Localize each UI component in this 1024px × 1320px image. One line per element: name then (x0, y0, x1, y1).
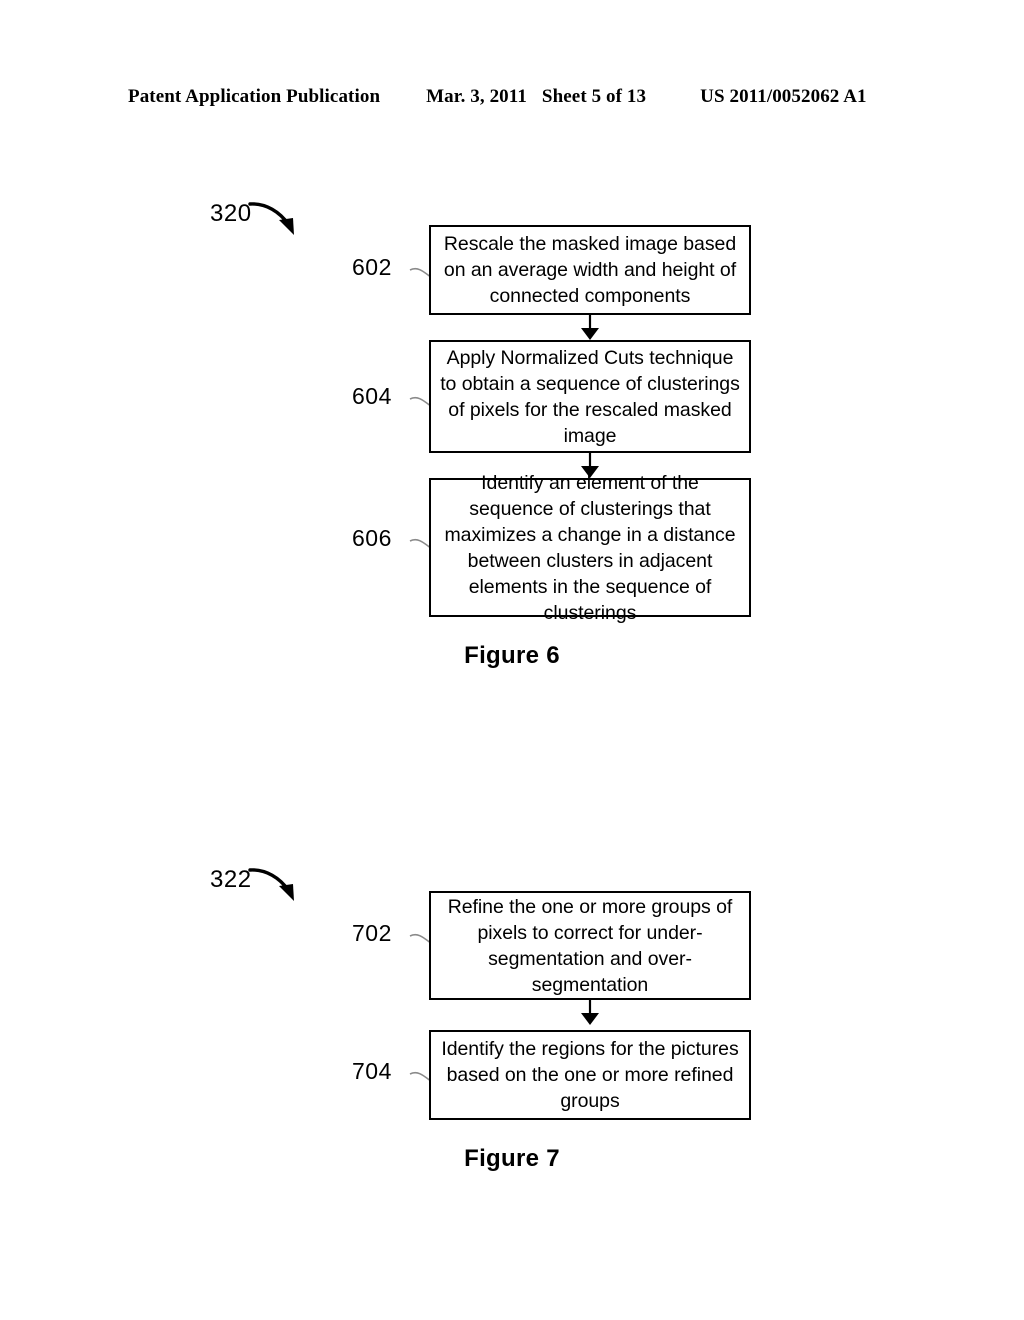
flow-step-604-label: Apply Normalized Cuts technique to obtai… (440, 346, 740, 447)
flow-tag-arrow-icon (248, 868, 294, 901)
connector-arrow-602-604-icon (581, 313, 599, 340)
flow-step-704: Identify the regions for the pictures ba… (429, 1030, 751, 1120)
flow-tag-arrow-icon (248, 202, 294, 235)
figure-6-caption: Figure 6 (464, 642, 560, 669)
reference-numeral-606-text: 606 (352, 525, 392, 551)
reference-numeral-702: 702 (352, 920, 463, 951)
flow-step-702-label: Refine the one or more groups of pixels … (447, 895, 733, 996)
flow-step-604: Apply Normalized Cuts technique to obtai… (429, 340, 751, 453)
header-publication-title: Patent Application Publication (128, 86, 381, 107)
connector-arrow-702-704-icon (581, 998, 599, 1025)
reference-numeral-604: 604 (352, 383, 463, 414)
reference-numeral-602: 602 (352, 254, 463, 285)
flow-step-606: Identify an element of the sequence of c… (429, 472, 751, 624)
reference-numeral-604-text: 604 (352, 383, 392, 409)
reference-numeral-602-text: 602 (352, 254, 392, 280)
flow-step-602: Rescale the masked image based on an ave… (429, 225, 751, 315)
header-date: Mar. 3, 2011 (426, 86, 527, 107)
page-header: Patent Application Publication Mar. 3, 2… (128, 86, 896, 108)
flow-step-702: Refine the one or more groups of pixels … (429, 891, 751, 1000)
reference-numeral-606: 606 (352, 525, 463, 556)
header-sheet-number: Sheet 5 of 13 (541, 86, 647, 107)
flow-step-602-label: Rescale the masked image based on an ave… (443, 233, 737, 307)
flow-step-704-label: Identify the regions for the pictures ba… (441, 1038, 739, 1112)
reference-numeral-702-text: 702 (352, 920, 392, 946)
flow-step-606-label: Identify an element of the sequence of c… (444, 471, 736, 624)
reference-numeral-704: 704 (352, 1058, 463, 1089)
reference-numeral-704-text: 704 (352, 1058, 392, 1084)
header-document-number: US 2011/0052062 A1 (700, 86, 867, 107)
figure-7-caption: Figure 7 (464, 1145, 560, 1172)
